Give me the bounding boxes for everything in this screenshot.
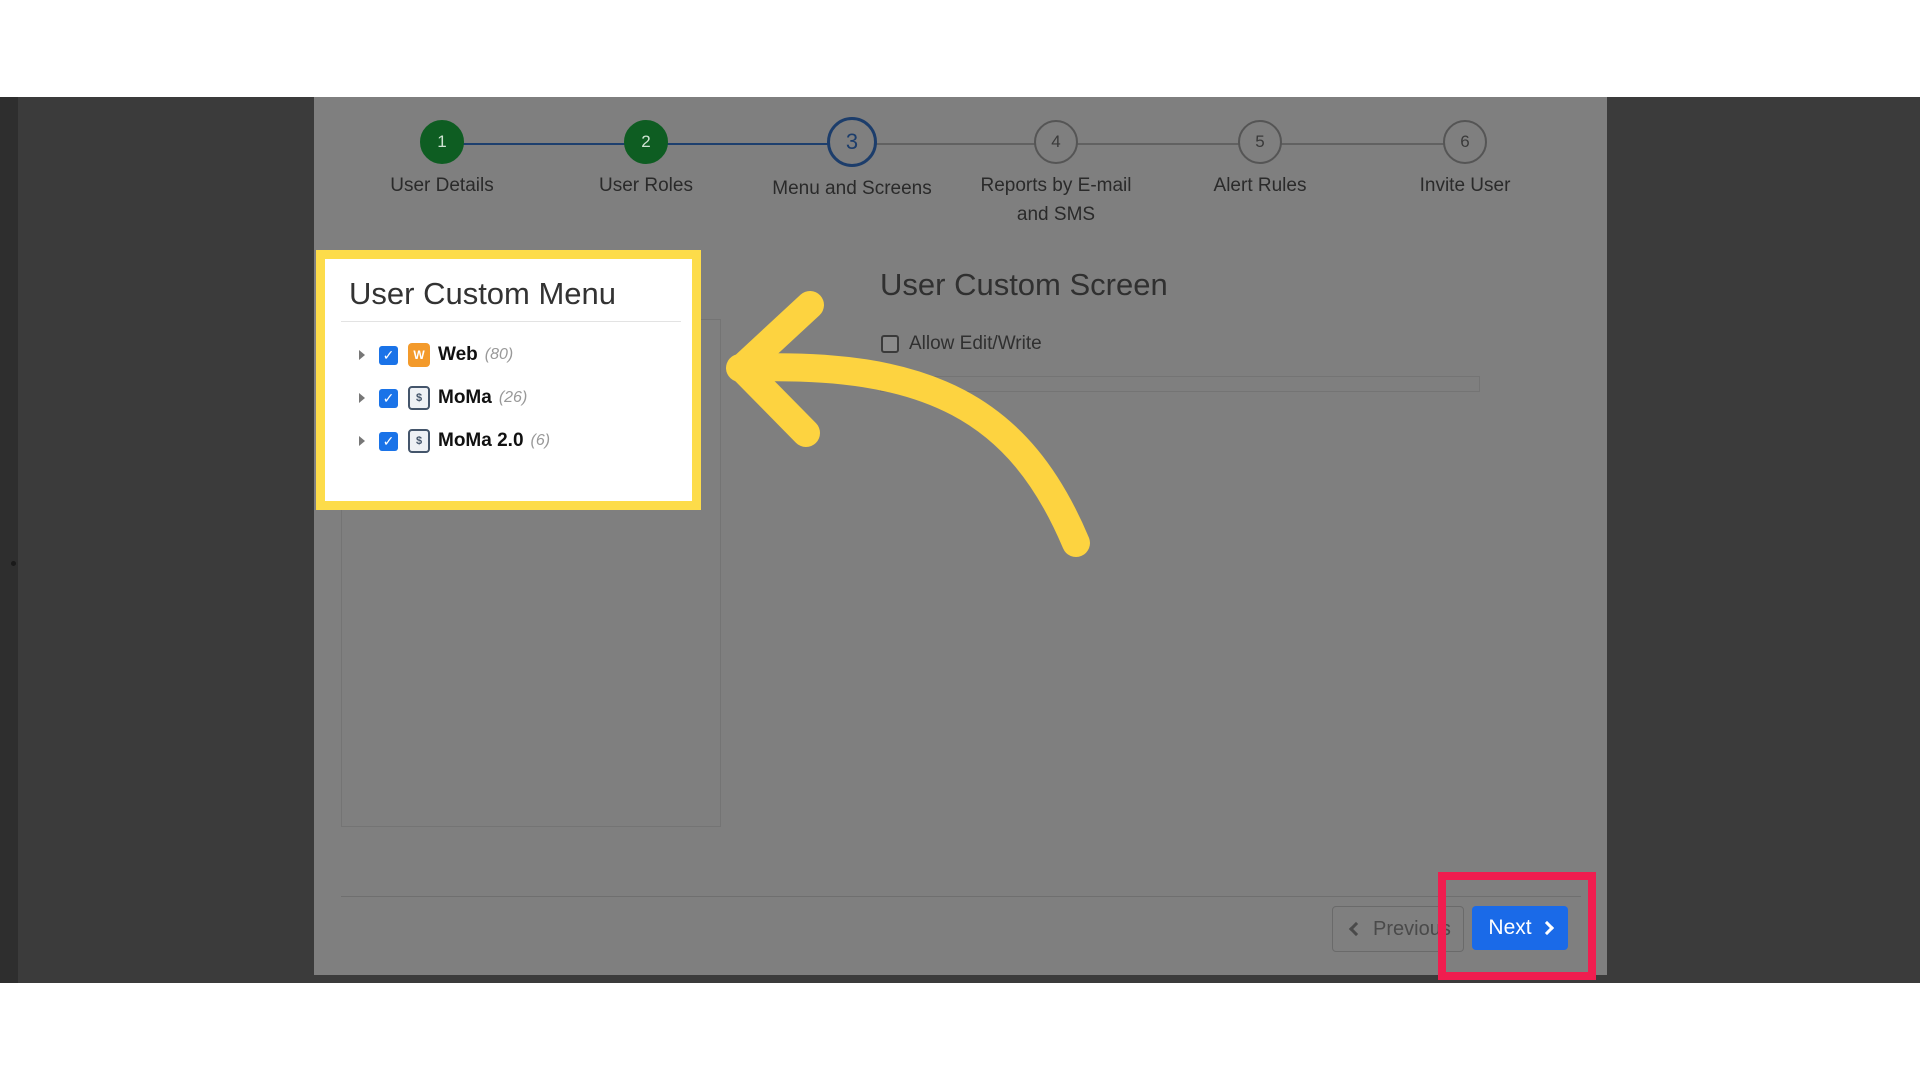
step-label: Invite User [1419,175,1511,196]
tree-item-name: Web [438,344,478,365]
step-user-details[interactable]: 1 User Details [332,120,552,200]
step-invite-user[interactable]: 6 Invite User [1355,120,1575,200]
custom-menu-highlight: User Custom Menu ✓ W Web (80) ✓ $ MoMa (… [316,250,701,510]
expand-caret-icon[interactable] [359,393,365,403]
app-backdrop: 1 User Details 2 User Roles 3 Menu and S… [0,97,1920,983]
step-circle: 6 [1443,120,1487,164]
tree-item-count: (80) [484,346,514,363]
step-user-roles[interactable]: 2 User Roles [536,120,756,200]
step-label: Reports by E-mail and SMS [980,175,1132,225]
step-circle: 2 [624,120,668,164]
allow-edit-write-label: Allow Edit/Write [909,333,1042,354]
step-label: Menu and Screens [772,178,932,199]
tree-checkbox-moma-2[interactable]: ✓ [379,431,398,451]
tree-item-moma[interactable]: ✓ $ MoMa (26) [359,385,527,411]
left-edge-handle [11,561,16,566]
step-alert-rules[interactable]: 5 Alert Rules [1150,120,1370,200]
step-label: User Details [390,175,494,196]
custom-menu-title: User Custom Menu [349,276,617,311]
tree-checkbox-moma[interactable]: ✓ [379,388,398,408]
tree-item-count: (26) [498,389,528,406]
chevron-right-icon [1539,920,1554,936]
chevron-left-icon [1348,921,1364,937]
footer-divider [341,896,1581,897]
invite-user-dialog: 1 User Details 2 User Roles 3 Menu and S… [314,97,1607,975]
custom-screen-title: User Custom Screen [880,267,1168,302]
tree-checkbox-web[interactable]: ✓ [379,345,398,365]
expand-caret-icon[interactable] [359,436,365,446]
step-menu-and-screens[interactable]: 3 Menu and Screens [742,117,962,203]
step-circle: 4 [1034,120,1078,164]
step-reports-email-sms[interactable]: 4 Reports by E-mail and SMS [971,120,1141,229]
tree-item-name: MoMa [438,387,492,408]
step-label: Alert Rules [1213,175,1307,196]
custom-menu-divider [341,321,681,322]
tree-item-name: MoMa 2.0 [438,430,524,451]
next-button-label: Next [1488,916,1532,939]
allow-edit-write-option[interactable]: Allow Edit/Write [881,333,1042,355]
step-label: User Roles [599,175,693,196]
step-circle: 5 [1238,120,1282,164]
tree-item-moma-2[interactable]: ✓ $ MoMa 2.0 (6) [359,428,550,454]
tree-item-count: (6) [530,432,551,449]
allow-edit-write-checkbox[interactable] [881,335,899,353]
left-edge-strip [0,97,18,983]
mobile-app-icon: $ [408,386,430,410]
expand-caret-icon[interactable] [359,350,365,360]
step-circle: 1 [420,120,464,164]
tree-item-web[interactable]: ✓ W Web (80) [359,342,513,368]
next-button[interactable]: Next [1472,906,1568,950]
mobile-app-icon: $ [408,429,430,453]
web-app-icon: W [408,343,430,367]
step-circle: 3 [827,117,877,167]
custom-screen-list [880,376,1480,392]
